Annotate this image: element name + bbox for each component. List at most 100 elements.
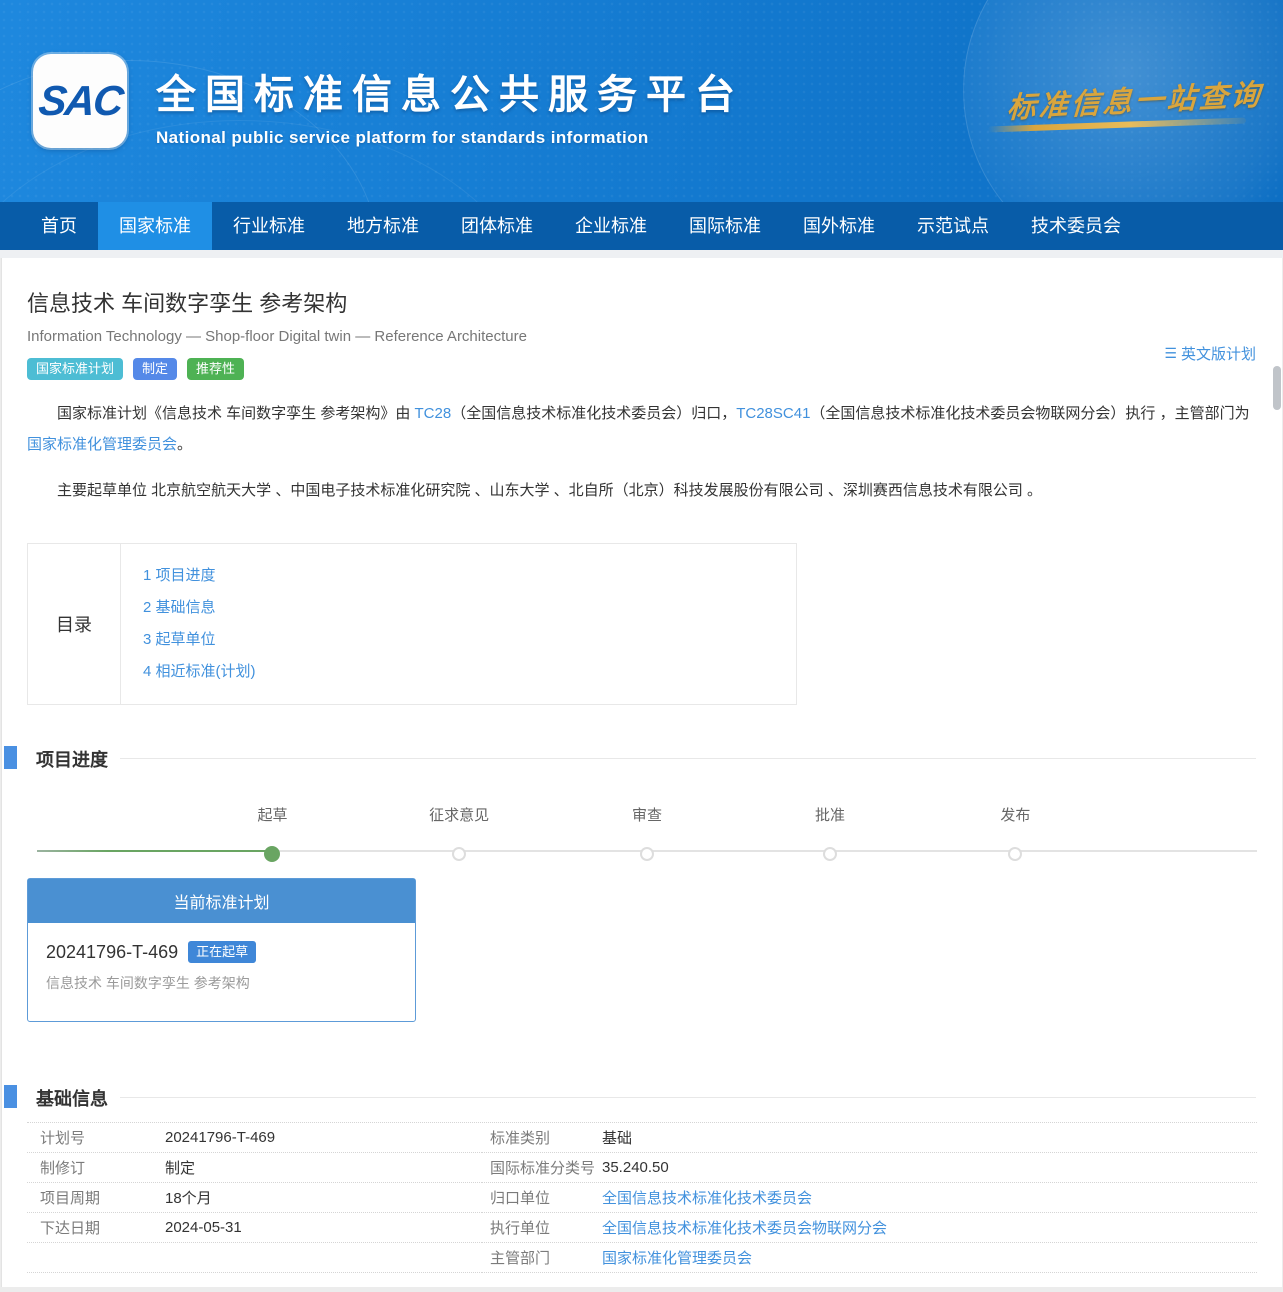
step-dot	[640, 847, 654, 861]
row-value: 35.240.50	[602, 1159, 669, 1176]
link-competent-department[interactable]: 国家标准化管理委员会	[602, 1247, 752, 1268]
step-label: 起草	[257, 804, 287, 825]
intro-text: 。	[177, 436, 192, 453]
nav-item-pilot[interactable]: 示范试点	[896, 202, 1010, 250]
intro-paragraph-1: 国家标准计划《信息技术 车间数字孪生 参考架构》由 TC28（全国信息技术标准化…	[27, 398, 1255, 460]
toc-item-basic-info[interactable]: 2 基础信息	[143, 592, 256, 624]
row-label: 归口单位	[482, 1187, 602, 1208]
progress-fill	[37, 850, 272, 852]
section-marker	[4, 746, 17, 769]
badge-national-standard-plan: 国家标准计划	[27, 358, 123, 380]
toc-item-progress[interactable]: 1 项目进度	[143, 560, 256, 592]
english-version-link[interactable]: ☰ 英文版计划	[1164, 343, 1256, 364]
row-label: 制修订	[27, 1157, 165, 1178]
step-label: 审查	[632, 804, 662, 825]
nav-bottom-strip	[0, 250, 1283, 258]
list-icon: ☰	[1164, 345, 1177, 362]
step-dot	[1008, 847, 1022, 861]
card-header: 当前标准计划	[28, 879, 415, 923]
intro-text: （全国信息技术标准化技术委员会物联网分会）执行 ，主管部门为	[810, 405, 1249, 422]
row-value: 20241796-T-469	[165, 1129, 275, 1146]
nav-item-home[interactable]: 首页	[20, 202, 98, 250]
section-title-progress: 项目进度	[36, 746, 108, 772]
english-version-label: 英文版计划	[1181, 343, 1256, 364]
basic-info-table: 计划号20241796-T-469 制修订制定 项目周期18个月 下达日期202…	[27, 1122, 1257, 1273]
row-value: 2024-05-31	[165, 1219, 242, 1236]
nav-item-industry-standards[interactable]: 行业标准	[212, 202, 326, 250]
plan-name: 信息技术 车间数字孪生 参考架构	[46, 973, 397, 993]
row-value: 基础	[602, 1127, 632, 1148]
row-value: 制定	[165, 1157, 195, 1178]
row-label: 计划号	[27, 1127, 165, 1148]
link-sac-committee[interactable]: 国家标准化管理委员会	[27, 436, 177, 453]
link-tc28[interactable]: TC28	[415, 405, 452, 422]
nav-item-foreign-standards[interactable]: 国外标准	[782, 202, 896, 250]
main-nav: 首页 国家标准 行业标准 地方标准 团体标准 企业标准 国际标准 国外标准 示范…	[0, 202, 1283, 250]
table-row: 标准类别基础	[482, 1123, 1257, 1153]
step-label: 征求意见	[429, 804, 489, 825]
document-title-block: 信息技术 车间数字孪生 参考架构 Information Technology …	[27, 286, 527, 380]
table-row: 项目周期18个月	[27, 1183, 482, 1213]
step-label: 发布	[1000, 804, 1030, 825]
nav-item-enterprise-standards[interactable]: 企业标准	[554, 202, 668, 250]
toc-item-similar-standards[interactable]: 4 相近标准(计划)	[143, 656, 256, 688]
page-title: 信息技术 车间数字孪生 参考架构	[27, 286, 527, 318]
table-row: 主管部门国家标准化管理委员会	[482, 1243, 1257, 1273]
toc-list: 1 项目进度 2 基础信息 3 起草单位 4 相近标准(计划)	[121, 544, 256, 704]
table-row-empty	[27, 1243, 482, 1273]
badge-formulate: 制定	[133, 358, 177, 380]
row-label: 项目周期	[27, 1187, 165, 1208]
link-centralized-unit[interactable]: 全国信息技术标准化技术委员会	[602, 1187, 812, 1208]
nav-item-local-standards[interactable]: 地方标准	[326, 202, 440, 250]
site-title: 全国标准信息公共服务平台	[156, 62, 744, 120]
scrollbar-thumb[interactable]	[1273, 366, 1281, 410]
table-row: 归口单位全国信息技术标准化技术委员会	[482, 1183, 1257, 1213]
table-row: 计划号20241796-T-469	[27, 1123, 482, 1153]
section-project-progress: 项目进度	[2, 746, 1283, 770]
step-dot	[452, 847, 466, 861]
nav-item-international-standards[interactable]: 国际标准	[668, 202, 782, 250]
nav-item-national-standards[interactable]: 国家标准	[98, 202, 212, 250]
badge-recommended: 推荐性	[187, 358, 244, 380]
table-row: 执行单位全国信息技术标准化技术委员会物联网分会	[482, 1213, 1257, 1243]
step-dot	[823, 847, 837, 861]
status-badge-drafting: 正在起草	[188, 941, 256, 963]
progress-stepper: 起草 征求意见 审查 批准 发布	[37, 804, 1257, 866]
page-subtitle-en: Information Technology — Shop-floor Digi…	[27, 328, 527, 345]
page-bottom-strip	[0, 1287, 1283, 1292]
progress-step-comments: 征求意见	[429, 804, 489, 861]
toc-item-drafting-units[interactable]: 3 起草单位	[143, 624, 256, 656]
row-label: 主管部门	[482, 1247, 602, 1268]
step-label: 批准	[815, 804, 845, 825]
progress-step-publish: 发布	[1000, 804, 1030, 861]
nav-item-technical-committee[interactable]: 技术委员会	[1010, 202, 1142, 250]
intro-paragraph-2: 主要起草单位 北京航空航天大学 、中国电子技术标准化研究院 、山东大学 、北自所…	[27, 475, 1255, 506]
site-brand: 全国标准信息公共服务平台 National public service pla…	[156, 62, 744, 148]
table-of-contents: 目录 1 项目进度 2 基础信息 3 起草单位 4 相近标准(计划)	[27, 543, 797, 705]
main-content: 信息技术 车间数字孪生 参考架构 Information Technology …	[1, 258, 1282, 1288]
sac-logo[interactable]: SAC	[33, 54, 127, 148]
row-label: 执行单位	[482, 1217, 602, 1238]
card-body: 20241796-T-469 正在起草 信息技术 车间数字孪生 参考架构	[28, 923, 415, 993]
site-subtitle: National public service platform for sta…	[156, 128, 744, 148]
intro-text: （全国信息技术标准化技术委员会）归口，	[451, 405, 736, 422]
section-marker	[4, 1085, 17, 1108]
site-banner: SAC 全国标准信息公共服务平台 National public service…	[0, 0, 1283, 202]
link-tc28sc41[interactable]: TC28SC41	[736, 405, 810, 422]
plan-number: 20241796-T-469	[46, 942, 178, 963]
progress-step-review: 审查	[632, 804, 662, 861]
table-row: 下达日期2024-05-31	[27, 1213, 482, 1243]
badge-row: 国家标准计划 制定 推荐性	[27, 358, 527, 380]
section-title-basic-info: 基础信息	[36, 1085, 108, 1111]
row-label: 标准类别	[482, 1127, 602, 1148]
page-root: SAC 全国标准信息公共服务平台 National public service…	[0, 0, 1283, 1292]
table-row: 国际标准分类号35.240.50	[482, 1153, 1257, 1183]
nav-item-group-standards[interactable]: 团体标准	[440, 202, 554, 250]
section-rule	[120, 1097, 1256, 1098]
current-standard-plan-card[interactable]: 当前标准计划 20241796-T-469 正在起草 信息技术 车间数字孪生 参…	[27, 878, 416, 1022]
step-dot	[264, 846, 280, 862]
row-value: 18个月	[165, 1187, 212, 1208]
progress-step-approval: 批准	[815, 804, 845, 861]
link-executing-unit[interactable]: 全国信息技术标准化技术委员会物联网分会	[602, 1217, 887, 1238]
sac-logo-text: SAC	[36, 77, 124, 125]
